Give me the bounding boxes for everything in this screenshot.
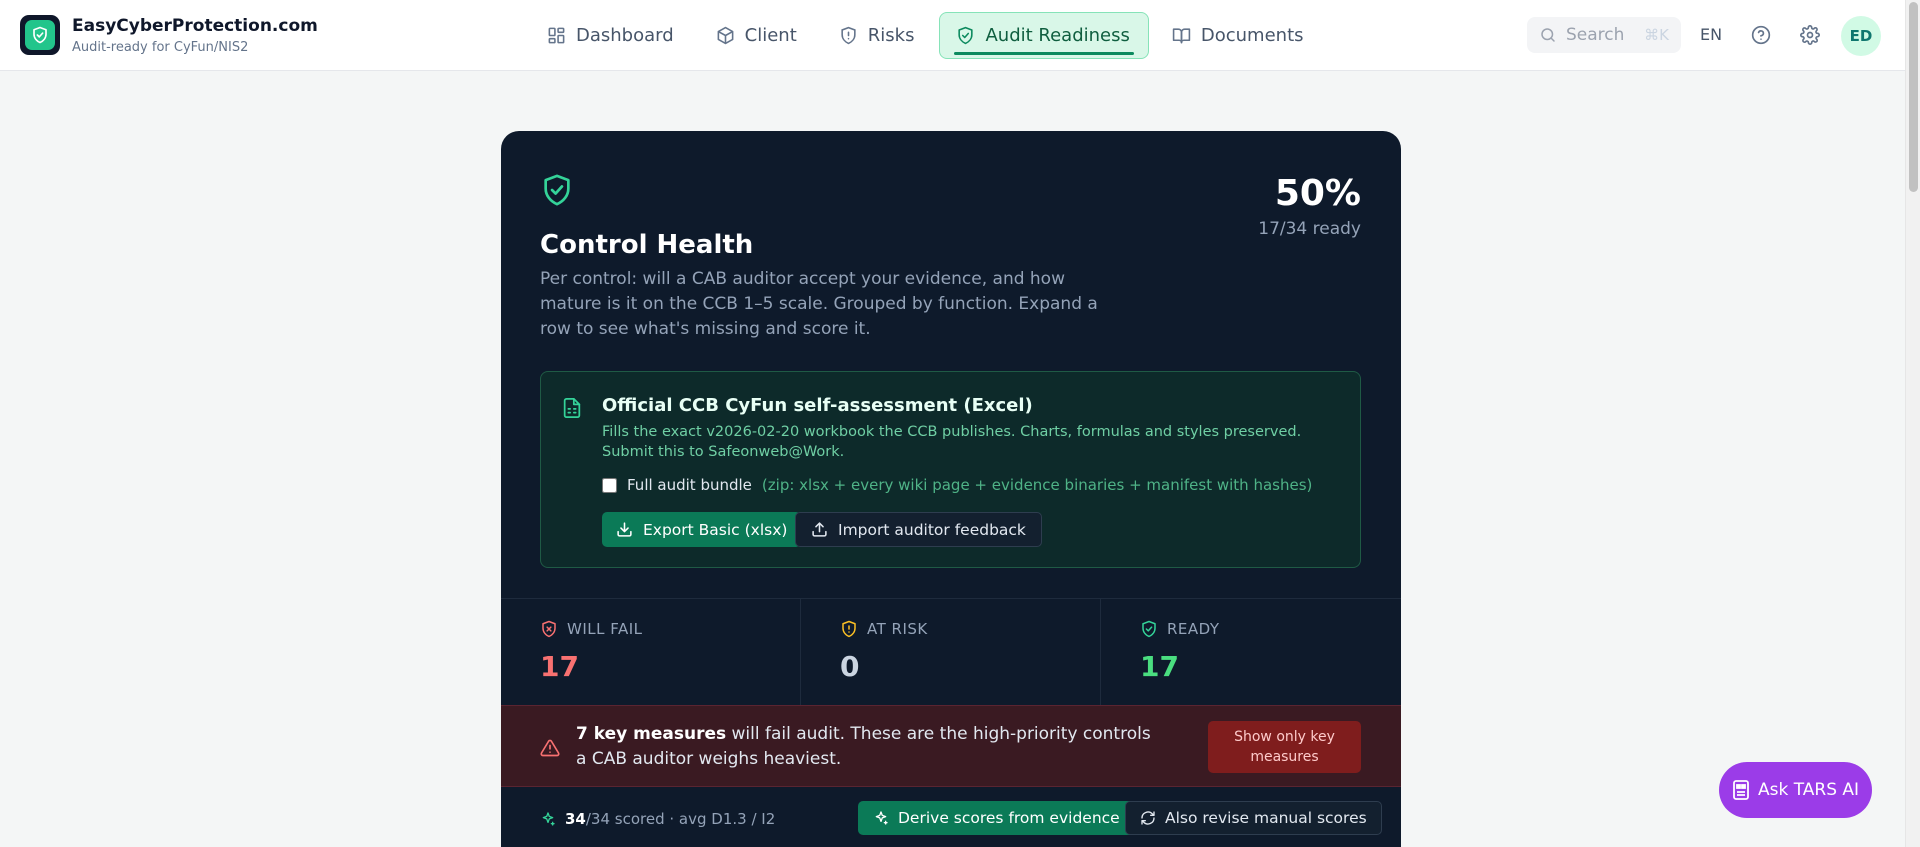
nav-dashboard[interactable]: Dashboard [530,12,693,59]
scrollbar-thumb[interactable] [1909,2,1918,192]
top-bar: EasyCyberProtection.com Audit-ready for … [0,0,1905,71]
stat-at-risk-value: 0 [840,650,860,683]
full-audit-bundle-checkbox[interactable] [602,477,617,493]
help-circle-icon [1751,25,1771,45]
stat-will-fail-value: 17 [540,650,579,683]
nav-risks[interactable]: Risks [822,12,934,59]
nav-client-label: Client [744,25,797,46]
stat-at-risk-label: AT RISK [867,620,928,638]
book-open-icon [1172,28,1191,44]
user-avatar[interactable]: ED [1841,16,1881,56]
brand-name[interactable]: EasyCyberProtection.com [72,16,318,36]
full-audit-bundle-option[interactable]: Full audit bundle (zip: xlsx + every wik… [602,476,1312,494]
scoring-row: 34/34 scored · avg D1.3 / I2 Derive scor… [501,787,1401,847]
file-spreadsheet-icon [563,397,581,419]
readiness-percent: 50% [1274,173,1361,214]
export-basic-label: Export Basic (xlsx) [643,520,788,539]
nav-documents[interactable]: Documents [1155,12,1323,59]
export-basic-button[interactable]: Export Basic (xlsx) [602,512,802,547]
nav-client[interactable]: Client [699,12,816,59]
key-measures-count: 7 key measures [576,724,727,744]
show-only-key-measures-button[interactable]: Show only key measures [1208,721,1361,773]
readiness-count: 17/34 ready [1258,219,1361,239]
stat-ready-label: READY [1167,620,1220,638]
stat-ready-value: 17 [1140,650,1179,683]
import-auditor-feedback-label: Import auditor feedback [838,520,1026,539]
search-placeholder: Search [1566,25,1625,45]
download-icon [617,522,632,537]
control-health-card: Control Health Per control: will a CAB a… [501,131,1401,847]
ask-tars-ai-button[interactable]: Ask TARS AI [1719,762,1872,818]
page-scrollbar[interactable] [1905,0,1920,847]
help-button[interactable] [1749,23,1773,47]
page-description: Per control: will a CAB auditor accept y… [540,269,1098,339]
search-shortcut: ⌘K [1644,26,1669,44]
revise-manual-scores-label: Also revise manual scores [1165,809,1367,827]
shield-x-icon [542,620,556,638]
search-input[interactable]: Search ⌘K [1527,17,1681,53]
sparkles-icon [875,811,888,825]
dashboard-grid-icon [548,27,565,44]
key-measures-alert: 7 key measures will fail audit. These ar… [501,705,1401,787]
brand-tagline: Audit-ready for CyFun/NIS2 [72,40,249,55]
gear-icon [1800,25,1820,45]
import-auditor-feedback-button[interactable]: Import auditor feedback [795,512,1042,547]
revise-manual-scores-button[interactable]: Also revise manual scores [1125,801,1382,835]
derive-scores-label: Derive scores from evidence [898,809,1120,827]
ccb-export-description: Fills the exact v2026-02-20 workbook the… [602,424,1302,460]
shield-check-icon [1142,620,1156,638]
derive-scores-button[interactable]: Derive scores from evidence [858,801,1135,835]
stat-ready[interactable]: READY 17 [1101,599,1401,706]
ccb-export-panel: Official CCB CyFun self-assessment (Exce… [540,371,1361,568]
nav-documents-label: Documents [1200,25,1304,46]
cube-icon [717,26,734,45]
key-measures-alert-text: 7 key measures will fail audit. These ar… [576,722,1166,772]
settings-button[interactable] [1798,23,1822,47]
scoring-summary: 34/34 scored · avg D1.3 / I2 [540,810,775,828]
ask-tars-ai-label: Ask TARS AI [1757,780,1860,800]
nav-risks-label: Risks [867,25,915,46]
scored-detail: /34 scored · avg D1.3 / I2 [585,810,776,828]
warning-triangle-icon [540,739,560,757]
full-audit-bundle-hint: (zip: xlsx + every wiki page + evidence … [761,476,1313,494]
shield-alert-icon [841,26,856,45]
ccb-export-title: Official CCB CyFun self-assessment (Exce… [602,395,1033,416]
sparkles-icon [542,812,555,826]
stat-at-risk[interactable]: AT RISK 0 [801,599,1101,706]
upload-icon [812,522,827,537]
search-icon [1541,28,1555,42]
shield-check-icon [544,174,570,206]
shield-alert-icon [842,620,856,638]
nav-audit-readiness-label: Audit Readiness [985,25,1130,46]
stat-will-fail[interactable]: WILL FAIL 17 [501,599,801,706]
shield-check-icon [33,26,47,44]
nav-audit-readiness[interactable]: Audit Readiness [939,12,1149,59]
readiness-stats: WILL FAIL 17 AT RISK 0 READY 17 [501,598,1401,706]
language-switcher[interactable]: EN [1700,25,1722,44]
scored-count: 34 [565,810,586,828]
refresh-icon [1141,811,1155,825]
main-nav: Dashboard Client Risks Audit Readiness D… [530,12,1323,59]
page-title: Control Health [540,230,754,260]
robot-icon [1733,780,1749,800]
shield-check-icon [958,26,974,45]
brand-logo[interactable] [20,15,60,55]
stat-will-fail-label: WILL FAIL [567,620,643,638]
full-audit-bundle-label: Full audit bundle [627,476,752,494]
nav-dashboard-label: Dashboard [576,25,674,46]
